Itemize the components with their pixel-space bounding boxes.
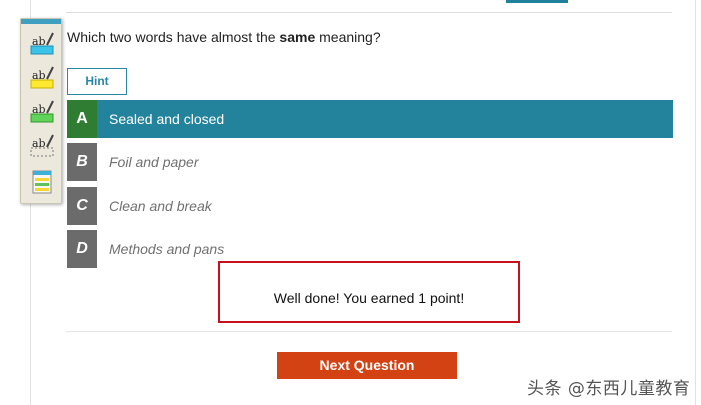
toolbar-header [21, 19, 61, 24]
option-b-text: Foil and paper [109, 154, 199, 170]
top-tab-indicator [506, 0, 568, 3]
option-c-letter: C [67, 187, 97, 225]
highlight-yellow-icon[interactable]: ab [29, 65, 55, 91]
feedback-message: Well done! You earned 1 point! [273, 290, 465, 306]
highlight-blue-icon[interactable]: ab [29, 31, 55, 57]
option-a-letter: A [67, 100, 97, 138]
hint-button[interactable]: Hint [67, 68, 127, 95]
option-b-letter: B [67, 143, 97, 181]
notes-icon[interactable] [29, 169, 55, 195]
question-prefix: Which two words have almost the [67, 29, 280, 45]
option-a[interactable]: A Sealed and closed [67, 100, 673, 138]
question-suffix: meaning? [315, 29, 381, 45]
next-question-button[interactable]: Next Question [277, 352, 457, 379]
svg-text:ab: ab [32, 103, 46, 116]
option-b[interactable]: B Foil and paper [67, 143, 673, 181]
highlight-toolbar: ab ab ab ab [20, 18, 62, 204]
option-a-text: Sealed and closed [109, 111, 225, 127]
bottom-divider [66, 331, 672, 332]
question-text: Which two words have almost the same mea… [67, 29, 381, 45]
svg-text:ab: ab [32, 137, 46, 150]
option-d-text: Methods and pans [109, 241, 225, 257]
highlight-clear-icon[interactable]: ab [29, 133, 55, 159]
svg-text:ab: ab [32, 35, 46, 48]
option-c[interactable]: C Clean and break [67, 187, 673, 225]
top-divider [66, 12, 672, 13]
option-d-letter: D [67, 230, 97, 268]
question-emphasis: same [279, 29, 316, 45]
feedback-box: Well done! You earned 1 point! [218, 261, 520, 323]
svg-text:ab: ab [32, 69, 46, 82]
option-c-text: Clean and break [109, 198, 212, 214]
watermark: 头条 @东西儿童教育 [527, 379, 691, 399]
highlight-green-icon[interactable]: ab [29, 99, 55, 125]
